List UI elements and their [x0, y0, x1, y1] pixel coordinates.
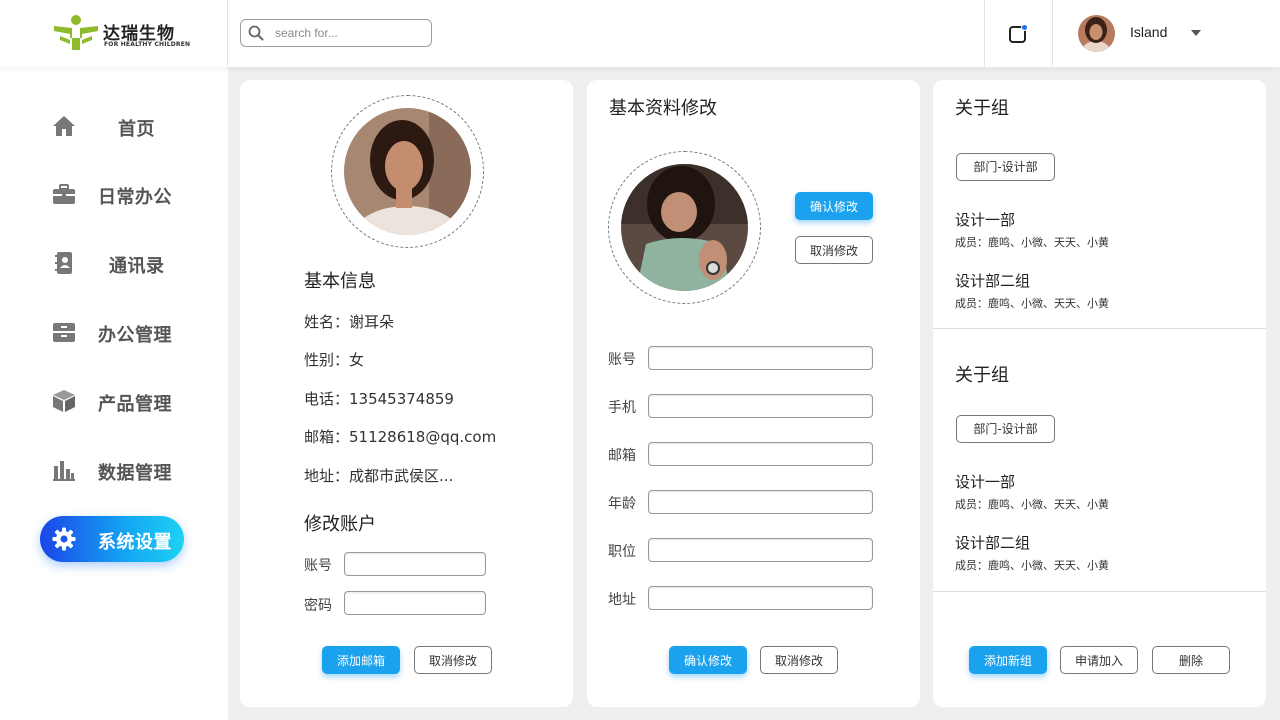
edit-profile-title: 基本资料修改	[609, 98, 717, 119]
sidebar-item-label: 日常办公	[98, 187, 172, 208]
notification-dot	[1021, 24, 1028, 31]
avatar-cancel-button[interactable]: 取消修改	[795, 236, 873, 264]
account-input[interactable]	[344, 552, 486, 576]
password-label: 密码	[304, 598, 332, 614]
group-name: 设计部二组	[955, 534, 1031, 552]
password-input[interactable]	[344, 591, 486, 615]
sidebar-item-daily-office[interactable]: 日常办公	[40, 171, 184, 217]
sidebar-item-office-management[interactable]: 办公管理	[40, 309, 184, 355]
sidebar-item-label: 数据管理	[98, 463, 172, 484]
group-name: 设计一部	[955, 211, 1016, 229]
divider	[1052, 0, 1053, 67]
briefcase-icon	[53, 184, 75, 204]
about-group-title: 关于组	[955, 365, 1009, 386]
group-members: 成员：鹿鸣、小微、天天、小黄	[955, 236, 1109, 249]
basic-info-title: 基本信息	[304, 271, 376, 292]
group-members: 成员：鹿鸣、小微、天天、小黄	[955, 297, 1109, 310]
position-field[interactable]	[648, 538, 873, 562]
edit-avatar[interactable]	[621, 164, 748, 291]
field-label-position: 职位	[608, 544, 636, 560]
info-email: 邮箱：51128618@qq.com	[304, 428, 497, 446]
sidebar: 首页 日常办公 通讯录 办公管理 产品管理 数据管理 系统设置	[0, 67, 228, 720]
avatar-confirm-button[interactable]: 确认修改	[795, 192, 873, 220]
group-name: 设计一部	[955, 473, 1016, 491]
home-icon	[53, 116, 75, 136]
search-box[interactable]	[240, 19, 432, 47]
group-members: 成员：鹿鸣、小微、天天、小黄	[955, 498, 1109, 511]
chevron-down-icon[interactable]	[1191, 30, 1201, 36]
cabinet-icon	[53, 323, 75, 342]
top-bar: 达瑞生物 FOR HEALTHY CHILDREN Island	[0, 0, 1280, 67]
sidebar-item-label: 首页	[118, 119, 155, 140]
account-label: 账号	[304, 558, 332, 574]
info-name: 姓名：谢耳朵	[304, 313, 395, 331]
edit-profile-card: 基本资料修改 确认修改 取消修改 账号 手机 邮箱 年龄 职位 地址 确认修改 …	[587, 80, 920, 707]
modify-account-title: 修改账户	[304, 514, 376, 535]
info-phone: 电话：13545374859	[304, 390, 454, 408]
confirm-edit-button[interactable]: 确认修改	[669, 646, 747, 674]
apply-join-button[interactable]: 申请加入	[1060, 646, 1138, 674]
email-field[interactable]	[648, 442, 873, 466]
department-tag[interactable]: 部门-设计部	[956, 415, 1055, 443]
age-field[interactable]	[648, 490, 873, 514]
user-avatar[interactable]	[1078, 15, 1115, 52]
cancel-edit-button[interactable]: 取消修改	[414, 646, 492, 674]
cancel-edit-button[interactable]: 取消修改	[760, 646, 838, 674]
add-group-button[interactable]: 添加新组	[969, 646, 1047, 674]
group-name: 设计部二组	[955, 272, 1031, 290]
contacts-book-icon	[55, 252, 72, 274]
gear-icon	[52, 527, 76, 551]
delete-button[interactable]: 删除	[1152, 646, 1230, 674]
sidebar-item-system-settings[interactable]: 系统设置	[40, 516, 184, 562]
brand-tagline: FOR HEALTHY CHILDREN	[104, 41, 191, 48]
about-group-title: 关于组	[955, 98, 1009, 119]
phone-field[interactable]	[648, 394, 873, 418]
profile-card: 基本信息 姓名：谢耳朵 性别：女 电话：13545374859 邮箱：51128…	[240, 80, 573, 707]
cube-icon	[53, 390, 75, 412]
field-label-phone: 手机	[608, 400, 636, 416]
sidebar-item-home[interactable]: 首页	[40, 103, 184, 149]
logo-area: 达瑞生物 FOR HEALTHY CHILDREN	[0, 0, 228, 67]
divider	[984, 0, 985, 67]
sidebar-item-data-management[interactable]: 数据管理	[40, 447, 184, 493]
field-label-age: 年龄	[608, 496, 636, 512]
account-field[interactable]	[648, 346, 873, 370]
section-divider	[933, 328, 1266, 329]
sidebar-item-product-management[interactable]: 产品管理	[40, 378, 184, 424]
department-tag[interactable]: 部门-设计部	[956, 153, 1055, 181]
search-input[interactable]	[275, 23, 425, 43]
user-name[interactable]: Island	[1130, 24, 1167, 40]
profile-avatar	[344, 108, 471, 235]
address-field[interactable]	[648, 586, 873, 610]
field-label-email: 邮箱	[608, 448, 636, 464]
sidebar-item-label: 产品管理	[98, 394, 172, 415]
group-members: 成员：鹿鸣、小微、天天、小黄	[955, 559, 1109, 572]
sidebar-item-label: 通讯录	[109, 256, 165, 277]
bar-chart-icon	[53, 461, 75, 481]
sidebar-item-label: 系统设置	[98, 532, 172, 553]
search-icon[interactable]	[248, 25, 264, 41]
field-label-account: 账号	[608, 352, 636, 368]
info-gender: 性别：女	[304, 351, 365, 369]
section-divider	[933, 591, 1266, 592]
add-email-button[interactable]: 添加邮箱	[322, 646, 400, 674]
sidebar-item-label: 办公管理	[98, 325, 172, 346]
notification-icon[interactable]	[1009, 24, 1028, 43]
sidebar-item-contacts[interactable]: 通讯录	[40, 240, 184, 286]
groups-card: 关于组 部门-设计部 设计一部 成员：鹿鸣、小微、天天、小黄 设计部二组 成员：…	[933, 80, 1266, 707]
logo-icon	[54, 15, 98, 50]
info-address: 地址：成都市武侯区...	[304, 467, 454, 485]
field-label-address: 地址	[608, 592, 636, 608]
